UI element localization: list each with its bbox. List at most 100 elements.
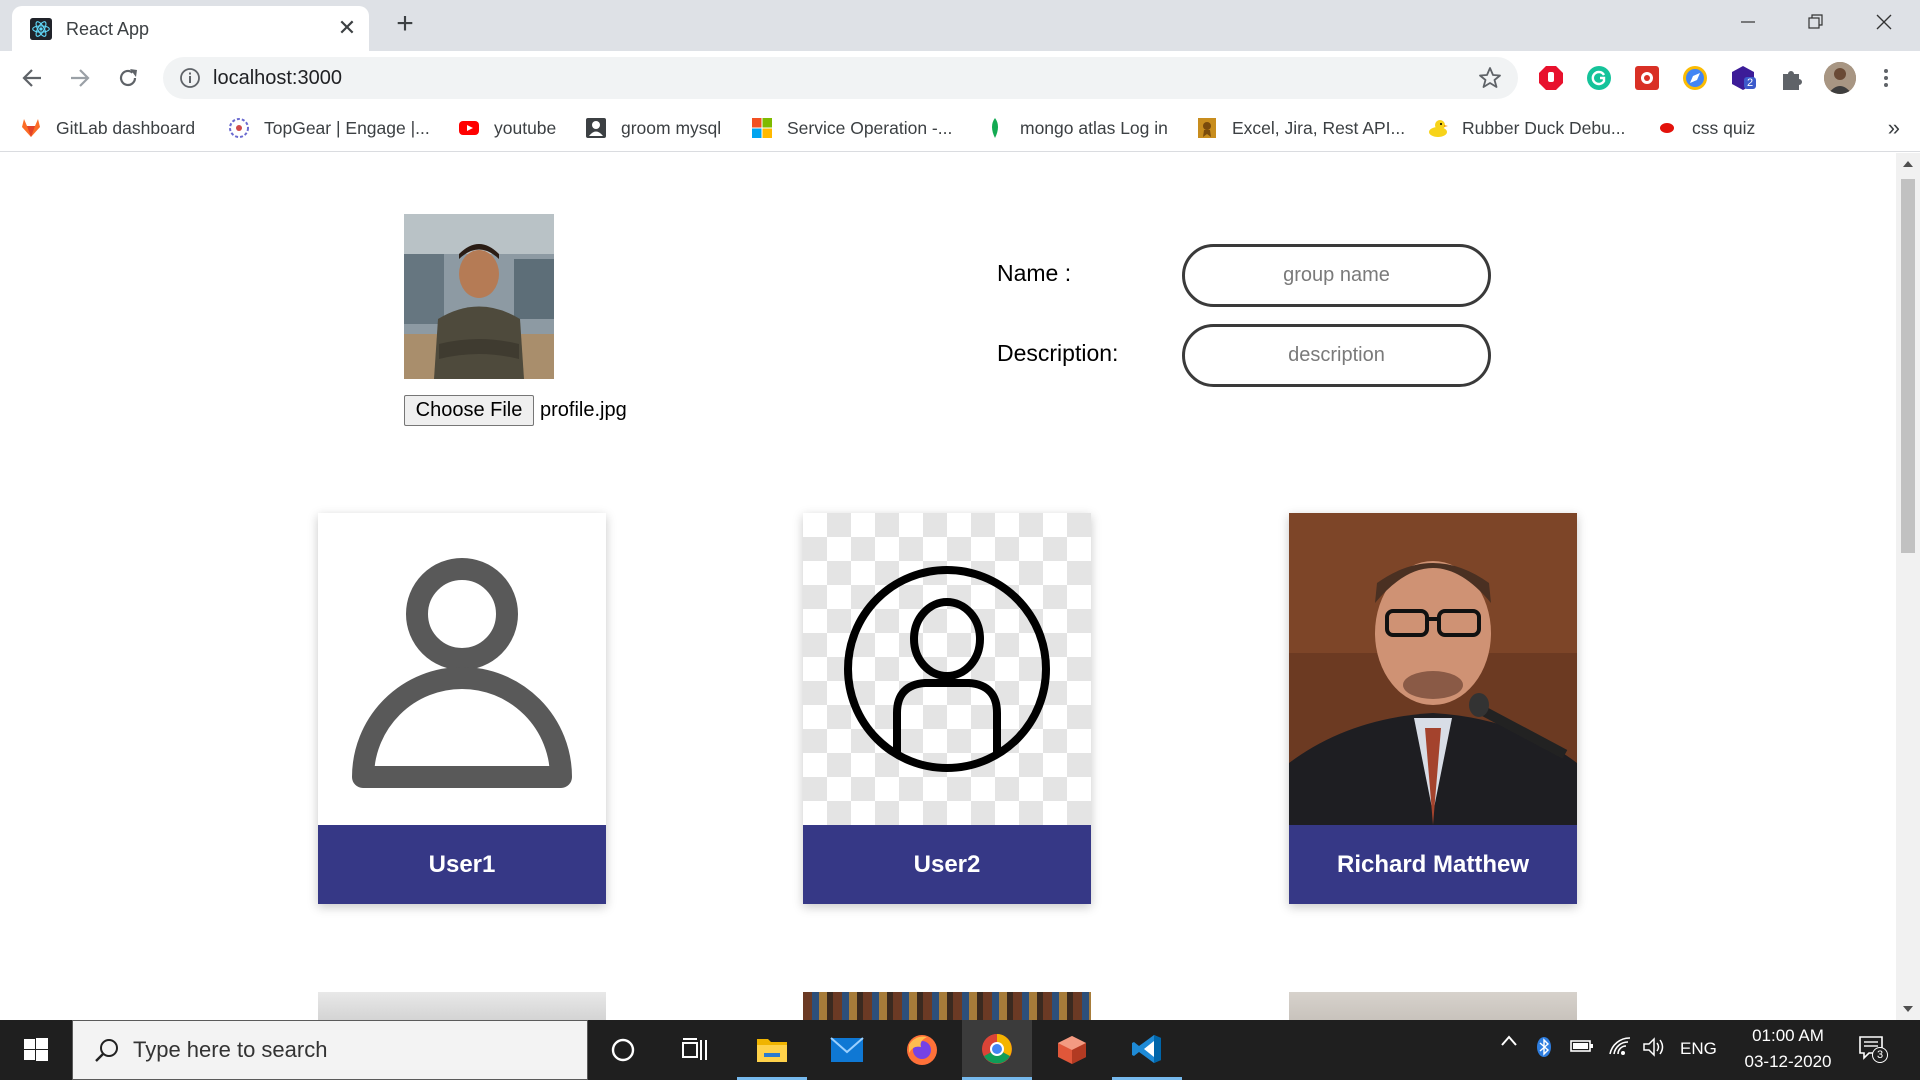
user-card[interactable]: Richard Matthew: [1289, 513, 1577, 904]
taskbar-mail[interactable]: [812, 1020, 882, 1080]
user-card[interactable]: User2: [803, 513, 1091, 904]
cortana-button[interactable]: [588, 1020, 658, 1080]
new-tab-button[interactable]: +: [390, 9, 420, 40]
description-input[interactable]: [1182, 324, 1491, 387]
extension-badge-icon[interactable]: 2: [1730, 65, 1757, 91]
profile-avatar[interactable]: [1824, 62, 1856, 94]
extension-red-icon[interactable]: [1634, 65, 1660, 91]
bookmark-groom-mysql[interactable]: groom mysql: [585, 115, 721, 141]
scroll-down-icon[interactable]: [1903, 1006, 1913, 1012]
wifi-symbol: [1609, 1037, 1631, 1055]
reload-icon: [119, 69, 137, 87]
extensions-puzzle-icon[interactable]: [1778, 65, 1804, 91]
wifi-icon[interactable]: [1608, 1036, 1632, 1061]
scrollbar-thumb[interactable]: [1901, 179, 1915, 553]
volume-icon[interactable]: [1642, 1037, 1666, 1062]
user-card-partial[interactable]: [318, 992, 606, 1020]
battery-icon[interactable]: [1570, 1038, 1594, 1059]
taskbar-search-box[interactable]: Type here to search: [72, 1020, 588, 1080]
close-window-button[interactable]: [1850, 0, 1918, 44]
task-view-button[interactable]: [660, 1020, 730, 1080]
address-bar[interactable]: localhost:3000: [163, 57, 1518, 99]
user-card-name: User1: [318, 825, 606, 904]
clock-date[interactable]: 03-12-2020: [1730, 1052, 1846, 1072]
info-icon[interactable]: [179, 67, 201, 89]
tray-expand-icon[interactable]: [1500, 1032, 1518, 1055]
speaker-icon: [1643, 1037, 1664, 1057]
bookmark-star-icon[interactable]: [1478, 66, 1502, 90]
person-circle-icon: [844, 566, 1050, 772]
battery-symbol: [1570, 1040, 1593, 1052]
tab-strip: React App ✕ +: [0, 0, 1920, 51]
bookmarks-overflow-icon[interactable]: »: [1888, 115, 1900, 141]
url-text[interactable]: localhost:3000: [213, 67, 342, 90]
react-icon: [30, 18, 52, 40]
bookmark-excel-jira[interactable]: Excel, Jira, Rest API...: [1196, 115, 1405, 141]
notification-center-button[interactable]: 3: [1858, 1034, 1888, 1064]
taskbar-chrome[interactable]: [962, 1020, 1032, 1080]
compass-extension-icon[interactable]: [1682, 65, 1708, 91]
bookmark-css-quiz[interactable]: css quiz: [1656, 115, 1755, 141]
start-button[interactable]: [0, 1020, 72, 1080]
tab-react-app[interactable]: React App ✕: [12, 6, 369, 51]
restore-button[interactable]: [1782, 0, 1850, 44]
user-photo: [1289, 513, 1577, 825]
bookmark-label: mongo atlas Log in: [1020, 117, 1168, 138]
bookmark-label: TopGear | Engage |...: [264, 117, 430, 138]
bookmark-gitlab[interactable]: GitLab dashboard: [20, 115, 195, 141]
taskbar-vscode[interactable]: [1112, 1020, 1182, 1080]
extension-badge-count: 2: [1744, 77, 1757, 89]
bookmark-label: css quiz: [1692, 117, 1756, 138]
topgear-icon: [229, 118, 249, 138]
file-name-text: profile.jpg: [540, 399, 627, 421]
bookmark-youtube[interactable]: youtube: [458, 115, 556, 141]
user-card-partial[interactable]: [803, 992, 1091, 1020]
user-card-image: [318, 513, 606, 825]
gitlab-icon: [22, 119, 40, 137]
language-indicator[interactable]: ENG: [1680, 1039, 1717, 1059]
bluetooth-icon[interactable]: [1536, 1036, 1552, 1063]
taskbar-package-app[interactable]: [1037, 1020, 1107, 1080]
user-card-image: [1289, 513, 1577, 825]
package-cube-icon: [1058, 1036, 1086, 1064]
choose-file-button[interactable]: Choose File: [404, 395, 534, 426]
bluetooth-symbol: [1537, 1037, 1551, 1057]
bookmark-rubber-duck[interactable]: Rubber Duck Debu...: [1426, 115, 1625, 141]
minimize-icon: [1741, 21, 1755, 23]
more-vertical-icon: [1884, 69, 1888, 87]
cortana-circle-icon: [611, 1038, 635, 1062]
chevron-up-icon: [1501, 1035, 1517, 1046]
profile-photo-image: [404, 214, 554, 379]
scroll-up-icon[interactable]: [1903, 161, 1913, 167]
user-card-partial[interactable]: [1289, 992, 1577, 1020]
arrow-left-icon: [22, 69, 41, 87]
forward-button[interactable]: [64, 62, 96, 94]
minimize-button[interactable]: [1714, 0, 1782, 44]
bookmark-mongo-atlas[interactable]: mongo atlas Log in: [984, 115, 1168, 141]
bookmark-label: youtube: [494, 117, 557, 138]
taskbar-file-explorer[interactable]: [737, 1020, 807, 1080]
avatar-icon: [1824, 62, 1856, 94]
close-tab-icon[interactable]: ✕: [334, 15, 360, 41]
bookmark-service-operation[interactable]: Service Operation -...: [751, 115, 952, 141]
firefox-icon: [907, 1035, 937, 1065]
bookmark-label: Service Operation -...: [787, 117, 953, 138]
vscode-icon: [1132, 1034, 1161, 1063]
windows-logo-icon: [24, 1038, 48, 1061]
taskbar-firefox[interactable]: [887, 1020, 957, 1080]
bookmark-topgear[interactable]: TopGear | Engage |...: [228, 115, 430, 141]
bookmarks-bar: GitLab dashboard TopGear | Engage |... y…: [0, 105, 1920, 152]
group-name-input[interactable]: [1182, 244, 1491, 307]
microsoft-icon: [752, 118, 772, 138]
adblock-icon[interactable]: [1538, 65, 1564, 91]
mongodb-leaf-icon: [992, 118, 998, 138]
browser-menu-button[interactable]: [1870, 62, 1902, 94]
bookmark-label: GitLab dashboard: [56, 117, 196, 138]
back-button[interactable]: [16, 62, 48, 94]
user-card[interactable]: User1: [318, 513, 606, 904]
clock-time[interactable]: 01:00 AM: [1738, 1026, 1838, 1046]
page-scrollbar[interactable]: [1896, 153, 1920, 1020]
reload-button[interactable]: [112, 62, 144, 94]
search-placeholder: Type here to search: [133, 1037, 328, 1062]
grammarly-icon[interactable]: [1586, 65, 1612, 91]
